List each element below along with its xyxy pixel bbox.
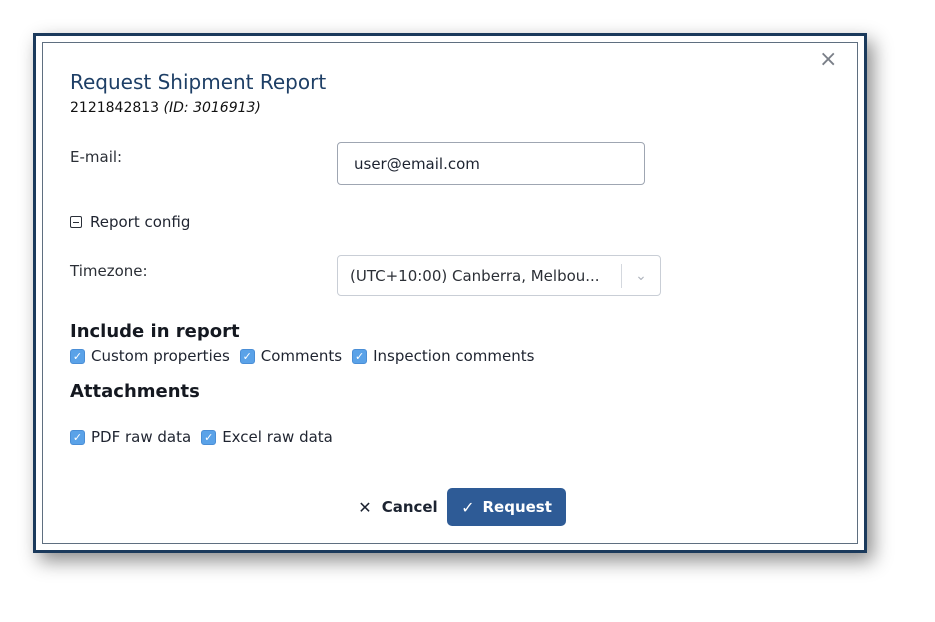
shipment-identifier: 2121842813 (ID: 3016913) bbox=[70, 100, 261, 116]
shipment-id: (ID: 3016913) bbox=[163, 100, 261, 116]
checkbox-pdf-raw-data[interactable]: ✓ PDF raw data bbox=[70, 428, 191, 446]
checkbox-inspection-comments[interactable]: ✓ Inspection comments bbox=[352, 347, 534, 365]
attachment-options: ✓ PDF raw data ✓ Excel raw data bbox=[70, 428, 343, 446]
dialog-title: Request Shipment Report bbox=[70, 70, 327, 94]
timezone-select[interactable]: (UTC+10:00) Canberra, Melbou... ⌄ bbox=[337, 255, 661, 296]
checkbox-label: Inspection comments bbox=[373, 347, 535, 365]
checkbox-checked-icon[interactable]: ✓ bbox=[70, 348, 85, 364]
checkbox-label: Comments bbox=[260, 347, 343, 365]
checkbox-label: PDF raw data bbox=[91, 428, 192, 446]
chevron-down-icon[interactable]: ⌄ bbox=[622, 268, 660, 284]
email-label: E-mail: bbox=[70, 148, 123, 166]
checkbox-label: Excel raw data bbox=[222, 428, 333, 446]
timezone-value: (UTC+10:00) Canberra, Melbou... bbox=[350, 266, 600, 285]
checkbox-label: Custom properties bbox=[91, 347, 230, 365]
close-icon: ✕ bbox=[358, 497, 372, 517]
screenshot-frame: × Request Shipment Report 2121842813 (ID… bbox=[33, 33, 867, 553]
email-field[interactable] bbox=[337, 142, 645, 185]
checkbox-checked-icon[interactable]: ✓ bbox=[70, 429, 85, 445]
timezone-label: Timezone: bbox=[70, 262, 148, 280]
report-config-toggle[interactable]: Report config bbox=[70, 213, 190, 231]
checkbox-checked-icon[interactable]: ✓ bbox=[239, 348, 255, 364]
checkbox-comments[interactable]: ✓ Comments bbox=[239, 347, 343, 365]
checkbox-excel-raw-data[interactable]: ✓ Excel raw data bbox=[201, 428, 333, 446]
report-config-label: Report config bbox=[90, 213, 191, 231]
request-label: Request bbox=[482, 498, 552, 516]
checkbox-custom-properties[interactable]: ✓ Custom properties bbox=[70, 347, 230, 365]
include-heading: Include in report bbox=[70, 321, 240, 342]
checkmark-icon: ✓ bbox=[461, 497, 475, 517]
checkbox-checked-icon[interactable]: ✓ bbox=[352, 348, 368, 364]
checkbox-checked-icon[interactable]: ✓ bbox=[201, 429, 217, 445]
cancel-button[interactable]: ✕ Cancel bbox=[348, 489, 448, 525]
request-button[interactable]: ✓ Request bbox=[447, 488, 566, 526]
shipment-number: 2121842813 bbox=[70, 100, 160, 116]
include-options: ✓ Custom properties ✓ Comments ✓ Inspect… bbox=[70, 347, 544, 365]
attachments-heading: Attachments bbox=[70, 381, 200, 402]
request-report-dialog: × Request Shipment Report 2121842813 (ID… bbox=[42, 42, 858, 544]
close-icon[interactable]: × bbox=[819, 49, 837, 71]
collapse-minus-icon bbox=[70, 216, 82, 228]
cancel-label: Cancel bbox=[381, 498, 438, 516]
